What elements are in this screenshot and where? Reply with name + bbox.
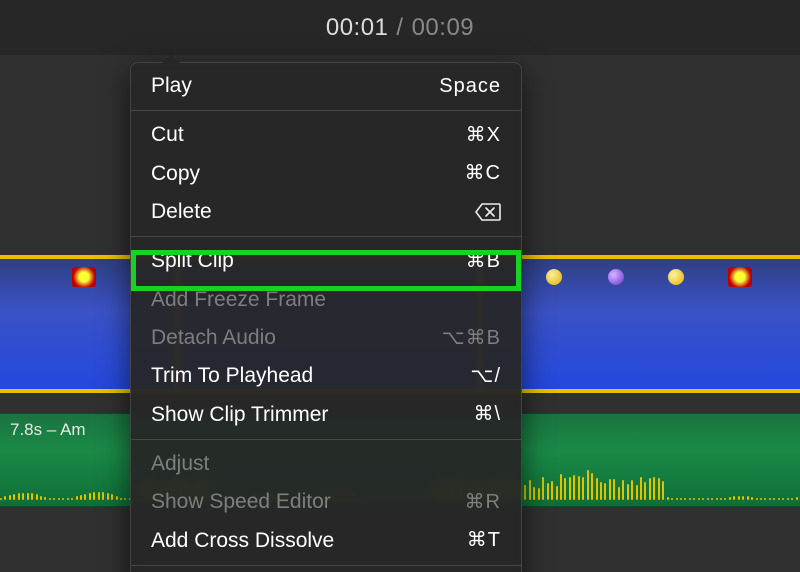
menu-label: Add Cross Dissolve <box>151 527 334 555</box>
menu-item-cut[interactable]: Cut ⌘X <box>131 116 521 154</box>
clip-marker-icon <box>546 269 562 285</box>
menu-item-adjust: Adjust <box>131 445 521 483</box>
menu-label: Copy <box>151 160 200 188</box>
menu-item-trim-to-playhead[interactable]: Trim To Playhead ⌥/ <box>131 357 521 395</box>
menu-label: Play <box>151 72 192 100</box>
menu-item-delete[interactable]: Delete <box>131 193 521 231</box>
menu-separator <box>131 236 521 237</box>
menu-separator <box>131 110 521 111</box>
menu-label: Trim To Playhead <box>151 362 313 390</box>
audio-clip-label: 7.8s – Am <box>10 420 86 440</box>
menu-label: Show Clip Trimmer <box>151 401 328 429</box>
menu-shortcut: ⌘X <box>466 122 501 149</box>
menu-shortcut: ⌥/ <box>470 363 501 390</box>
menu-item-show-speed-editor: Show Speed Editor ⌘R <box>131 483 521 521</box>
menu-item-add-freeze-frame: Add Freeze Frame <box>131 281 521 319</box>
timecode-bar: 00:01 / 00:09 <box>0 0 800 55</box>
menu-label: Show Speed Editor <box>151 488 331 516</box>
delete-back-icon <box>475 203 501 221</box>
menu-item-play[interactable]: Play Space <box>131 67 521 105</box>
menu-shortcut: ⌥⌘B <box>442 325 501 352</box>
menu-shortcut: Space <box>439 73 501 100</box>
menu-item-add-cross-dissolve[interactable]: Add Cross Dissolve ⌘T <box>131 522 521 560</box>
menu-item-split-clip[interactable]: Split Clip ⌘B <box>131 242 521 280</box>
menu-separator <box>131 565 521 566</box>
menu-label: Delete <box>151 198 212 226</box>
clip-marker-icon <box>668 269 684 285</box>
menu-label: Detach Audio <box>151 324 276 352</box>
menu-shortcut: ⌘B <box>466 248 501 275</box>
menu-label: Add Freeze Frame <box>151 286 326 314</box>
menu-shortcut: ⌘C <box>465 160 501 187</box>
menu-label: Split Clip <box>151 247 234 275</box>
menu-item-copy[interactable]: Copy ⌘C <box>131 155 521 193</box>
timecode-sep: / <box>396 14 403 42</box>
menu-item-detach-audio: Detach Audio ⌥⌘B <box>131 319 521 357</box>
clip-thumbnail <box>728 267 752 287</box>
menu-label: Adjust <box>151 450 209 478</box>
clip-thumbnail <box>72 267 96 287</box>
menu-label: Cut <box>151 121 184 149</box>
menu-separator <box>131 439 521 440</box>
timecode-current: 00:01 <box>326 14 389 42</box>
menu-item-show-clip-trimmer[interactable]: Show Clip Trimmer ⌘\ <box>131 396 521 434</box>
menu-shortcut: ⌘\ <box>473 401 501 428</box>
menu-shortcut: ⌘R <box>465 489 501 516</box>
clip-marker-icon <box>608 269 624 285</box>
imovie-window: 00:01 / 00:09 7.8s – Am Play Space Cut <box>0 0 800 572</box>
menu-shortcut: ⌘T <box>467 527 501 554</box>
context-menu: Play Space Cut ⌘X Copy ⌘C Delete Split C… <box>130 62 522 572</box>
timecode-duration: 00:09 <box>412 14 475 42</box>
menu-pointer-icon <box>161 54 181 64</box>
